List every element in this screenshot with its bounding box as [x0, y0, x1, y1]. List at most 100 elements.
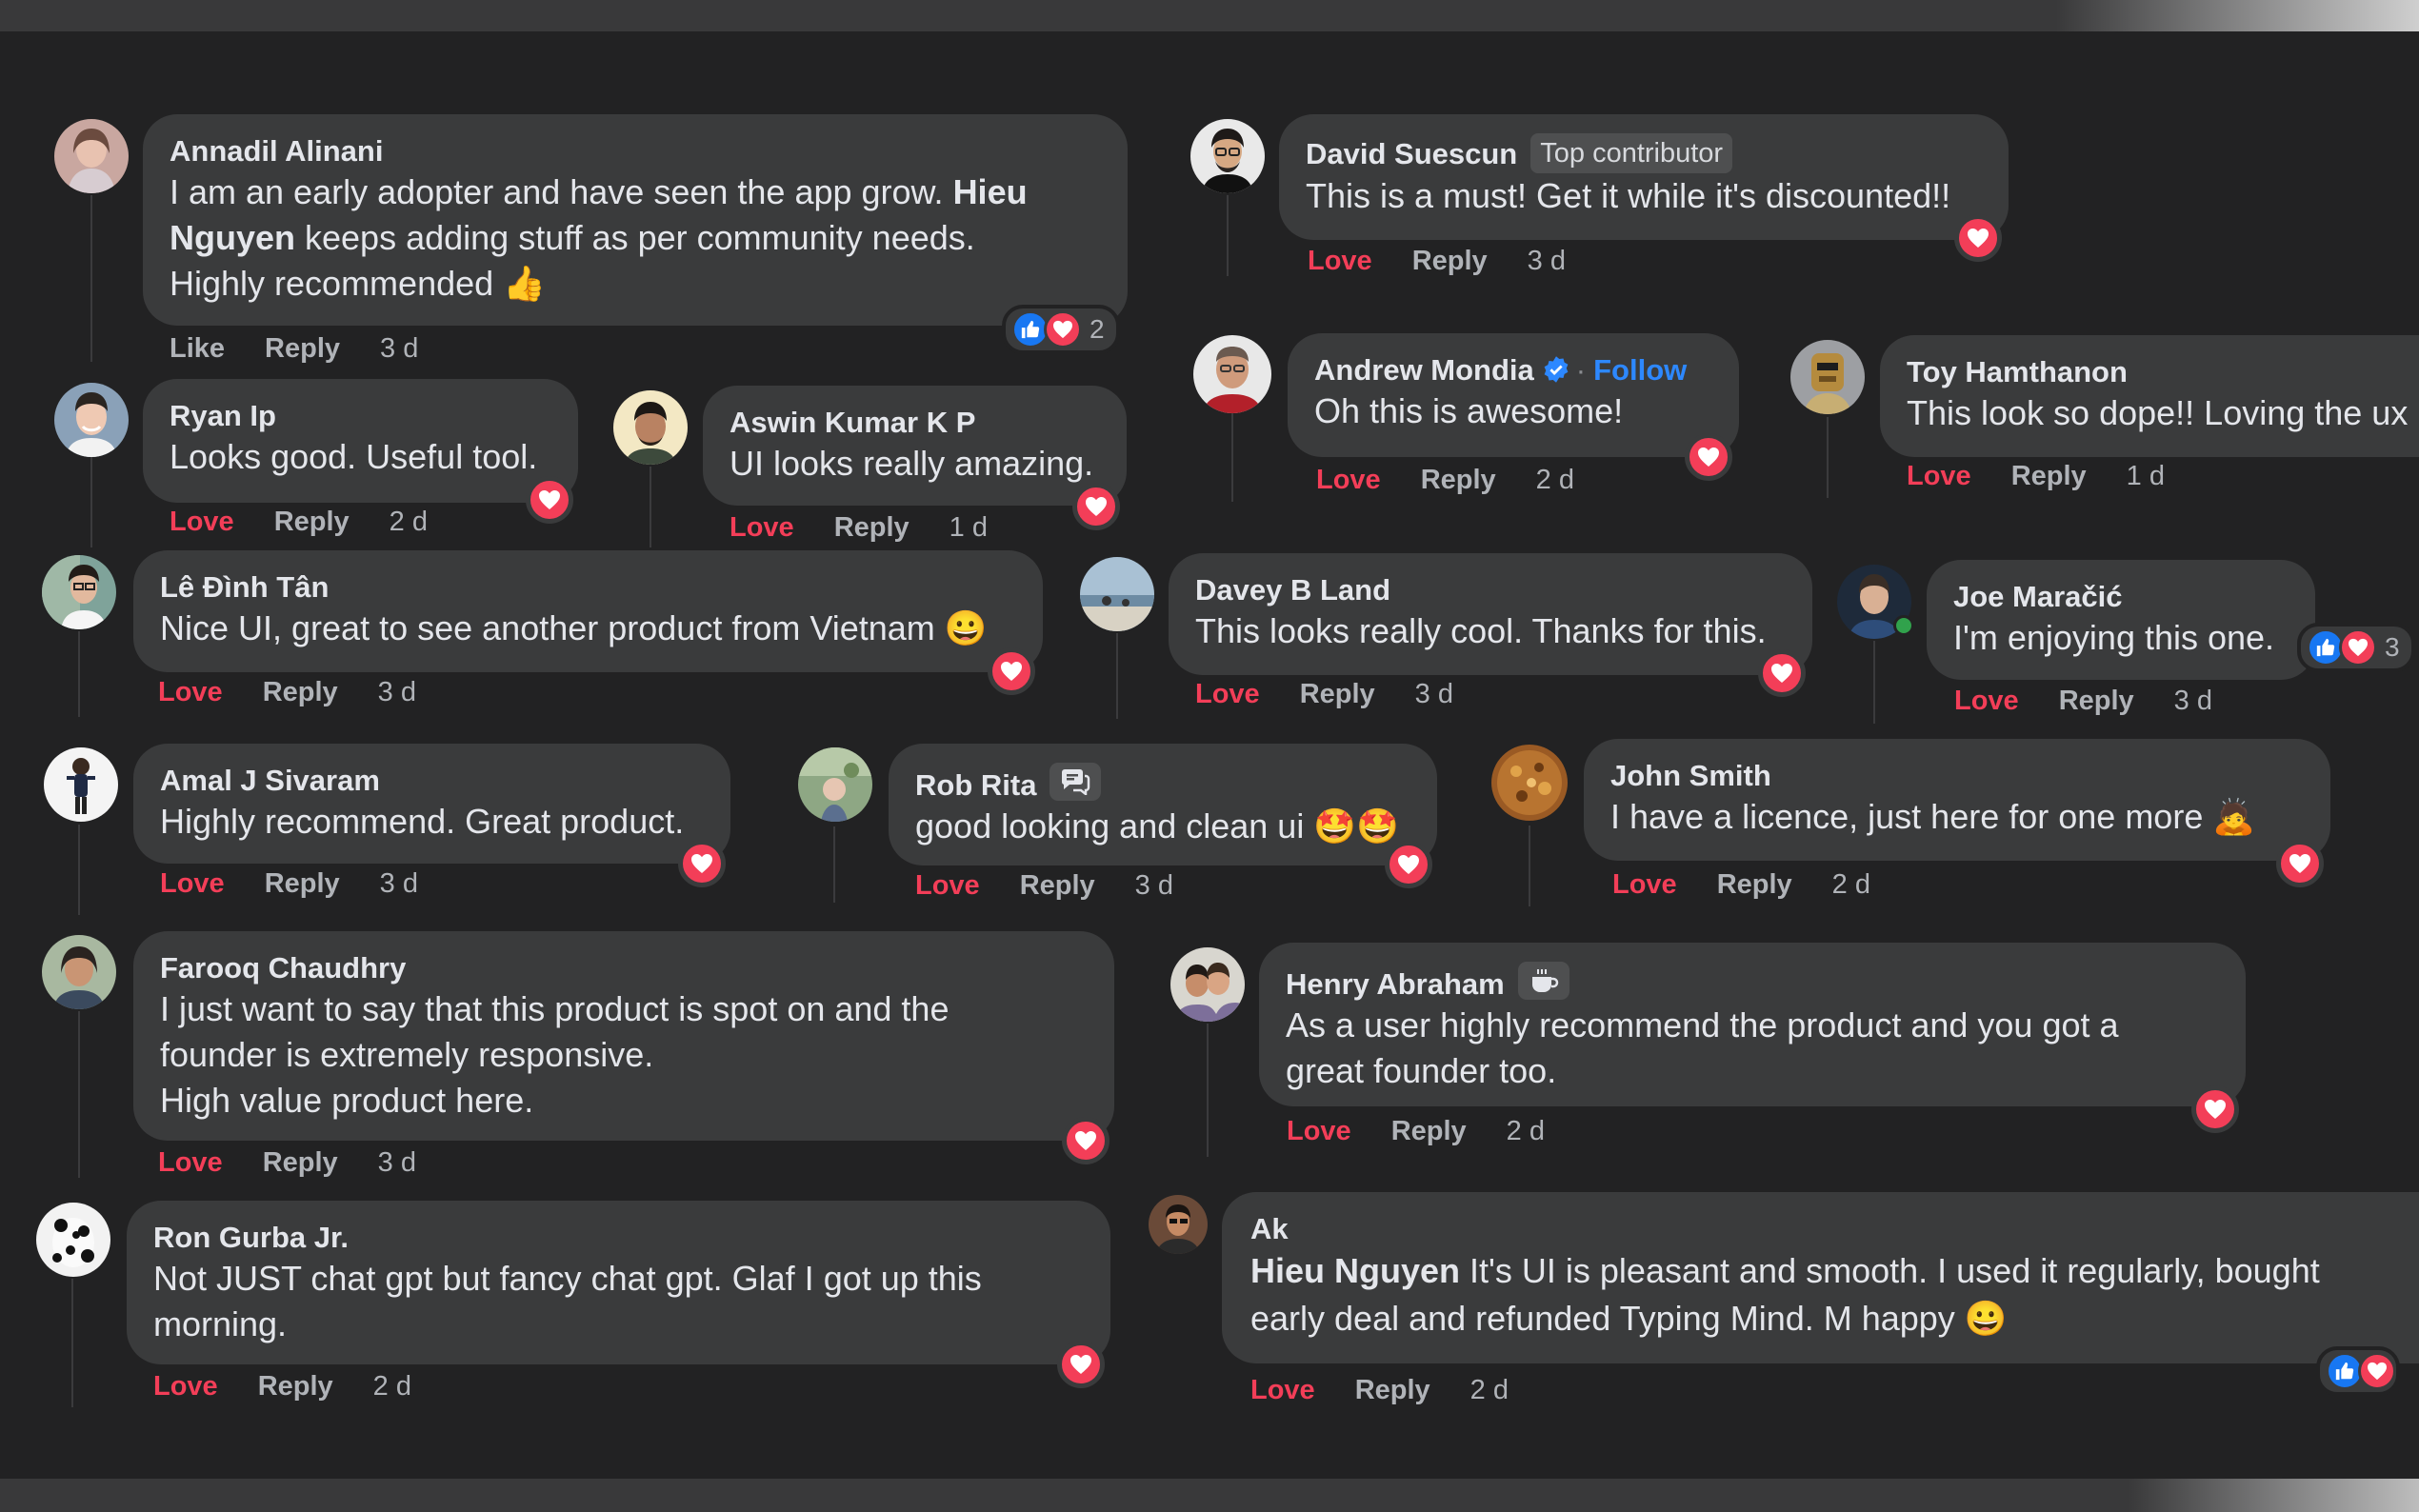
timestamp[interactable]: 3 d	[1415, 679, 1453, 709]
mention[interactable]: Nguyen	[170, 218, 295, 257]
love-reaction-icon[interactable]	[1758, 649, 1806, 697]
reply-button[interactable]: Reply	[1020, 870, 1095, 901]
love-button[interactable]: Love	[158, 1147, 223, 1178]
love-button[interactable]: Love	[915, 870, 980, 901]
love-reaction-icon[interactable]	[526, 476, 573, 524]
love-button[interactable]: Love	[158, 677, 223, 707]
timestamp[interactable]: 3 d	[1528, 246, 1566, 276]
timestamp[interactable]: 3 d	[380, 333, 418, 364]
comment-author[interactable]: Rob Rita	[915, 768, 1036, 802]
love-button[interactable]: Love	[1195, 679, 1260, 709]
comment-bubble[interactable]: Toy Hamthanon This look so dope!! Loving…	[1880, 335, 2419, 457]
top-contributor-badge[interactable]: Top contributor	[1530, 133, 1733, 173]
avatar[interactable]	[54, 383, 129, 457]
love-button[interactable]: Love	[1954, 686, 2019, 716]
love-reaction-icon[interactable]	[988, 647, 1035, 695]
comment-author[interactable]: Annadil Alinani	[170, 133, 1101, 169]
avatar[interactable]	[36, 1203, 110, 1277]
comment-bubble[interactable]: Rob Rita good looking and clean ui 🤩🤩	[889, 744, 1437, 865]
love-button[interactable]: Love	[153, 1371, 218, 1402]
avatar[interactable]	[1491, 745, 1568, 821]
reply-button[interactable]: Reply	[1421, 465, 1496, 495]
timestamp[interactable]: 3 d	[2174, 686, 2212, 716]
follow-button[interactable]: Follow	[1593, 353, 1687, 387]
comment-bubble[interactable]: Ryan Ip Looks good. Useful tool.	[143, 379, 578, 503]
comment-author[interactable]: Farooq Chaudhry	[160, 950, 1088, 986]
love-button[interactable]: Love	[1287, 1116, 1351, 1146]
reply-button[interactable]: Reply	[2059, 686, 2134, 716]
comment-author[interactable]: Ak	[1250, 1211, 2392, 1247]
avatar[interactable]	[54, 119, 129, 193]
timestamp[interactable]: 2 d	[1536, 465, 1574, 495]
timestamp[interactable]: 3 d	[378, 1147, 416, 1178]
reply-button[interactable]: Reply	[2011, 461, 2087, 491]
avatar[interactable]	[1149, 1195, 1208, 1254]
reaction-summary[interactable]: 3	[2297, 623, 2415, 672]
reply-button[interactable]: Reply	[274, 507, 350, 537]
love-reaction-icon[interactable]	[2276, 840, 2324, 887]
reply-button[interactable]: Reply	[1355, 1375, 1430, 1405]
mention[interactable]: Hieu	[953, 172, 1028, 211]
comment-author[interactable]: Davey B Land	[1195, 572, 1786, 608]
love-reaction-icon[interactable]	[1954, 214, 2002, 262]
timestamp[interactable]: 1 d	[2127, 461, 2165, 491]
comment-bubble[interactable]: Amal J Sivaram Highly recommend. Great p…	[133, 744, 730, 864]
avatar[interactable]	[42, 555, 116, 629]
avatar[interactable]	[1790, 340, 1865, 414]
love-reaction-icon[interactable]	[1072, 483, 1120, 530]
rising-fan-badge[interactable]	[1517, 962, 1569, 1000]
reply-button[interactable]: Reply	[1300, 679, 1375, 709]
comment-author[interactable]: Toy Hamthanon	[1907, 354, 2406, 390]
comment-bubble[interactable]: Aswin Kumar K P UI looks really amazing.	[703, 386, 1127, 506]
comment-bubble[interactable]: David Suescun Top contributor This is a m…	[1279, 114, 2009, 240]
comment-bubble[interactable]: Andrew Mondia · Follow Oh this is awesome!	[1288, 333, 1739, 457]
love-button[interactable]: Love	[160, 868, 225, 899]
timestamp[interactable]: 3 d	[1135, 870, 1173, 901]
comment-author[interactable]: Ryan Ip	[170, 398, 551, 434]
avatar[interactable]	[613, 390, 688, 465]
avatar[interactable]	[1190, 119, 1265, 193]
comment-author[interactable]: Ron Gurba Jr.	[153, 1220, 1084, 1256]
reply-button[interactable]: Reply	[1412, 246, 1488, 276]
love-button[interactable]: Love	[1612, 869, 1677, 900]
mention[interactable]: Hieu Nguyen	[1250, 1251, 1460, 1290]
love-button[interactable]: Love	[1316, 465, 1381, 495]
avatar[interactable]	[42, 935, 116, 1009]
comment-bubble[interactable]: Annadil Alinani I am an early adopter an…	[143, 114, 1128, 326]
comment-author[interactable]: John Smith	[1610, 758, 2304, 794]
comment-bubble[interactable]: Davey B Land This looks really cool. Tha…	[1169, 553, 1812, 675]
reply-button[interactable]: Reply	[1391, 1116, 1467, 1146]
conversation-starter-badge[interactable]	[1050, 763, 1102, 801]
love-button[interactable]: Love	[170, 507, 234, 537]
comment-bubble[interactable]: Lê Đình Tân Nice UI, great to see anothe…	[133, 550, 1043, 672]
reply-button[interactable]: Reply	[265, 333, 340, 364]
comment-author[interactable]: Amal J Sivaram	[160, 763, 704, 799]
comment-author[interactable]: Aswin Kumar K P	[730, 405, 1100, 441]
avatar[interactable]	[1193, 335, 1271, 413]
avatar[interactable]	[44, 747, 118, 822]
love-button[interactable]: Love	[730, 512, 794, 543]
love-reaction-icon[interactable]	[1685, 433, 1732, 481]
love-reaction-icon[interactable]	[1062, 1117, 1110, 1164]
timestamp[interactable]: 2 d	[390, 507, 428, 537]
love-reaction-icon[interactable]	[2191, 1085, 2239, 1133]
comment-author[interactable]: Henry Abraham	[1286, 967, 1505, 1001]
love-button[interactable]: Love	[1308, 246, 1372, 276]
comment-bubble[interactable]: John Smith I have a licence, just here f…	[1584, 739, 2330, 861]
reply-button[interactable]: Reply	[265, 868, 340, 899]
love-button[interactable]: Love	[1907, 461, 1971, 491]
timestamp[interactable]: 1 d	[950, 512, 988, 543]
love-button[interactable]: Love	[1250, 1375, 1315, 1405]
comment-author[interactable]: Lê Đình Tân	[160, 569, 1016, 606]
reply-button[interactable]: Reply	[258, 1371, 333, 1402]
timestamp[interactable]: 2 d	[373, 1371, 411, 1402]
reply-button[interactable]: Reply	[263, 677, 338, 707]
comment-bubble[interactable]: Henry Abraham As a user highly recommend…	[1259, 943, 2246, 1106]
like-button[interactable]: Like	[170, 333, 225, 364]
love-reaction-icon[interactable]	[1385, 841, 1432, 888]
avatar[interactable]	[1170, 947, 1245, 1022]
avatar[interactable]	[798, 747, 872, 822]
reply-button[interactable]: Reply	[834, 512, 910, 543]
avatar[interactable]	[1080, 557, 1154, 631]
comment-bubble[interactable]: Ron Gurba Jr. Not JUST chat gpt but fanc…	[127, 1201, 1110, 1364]
